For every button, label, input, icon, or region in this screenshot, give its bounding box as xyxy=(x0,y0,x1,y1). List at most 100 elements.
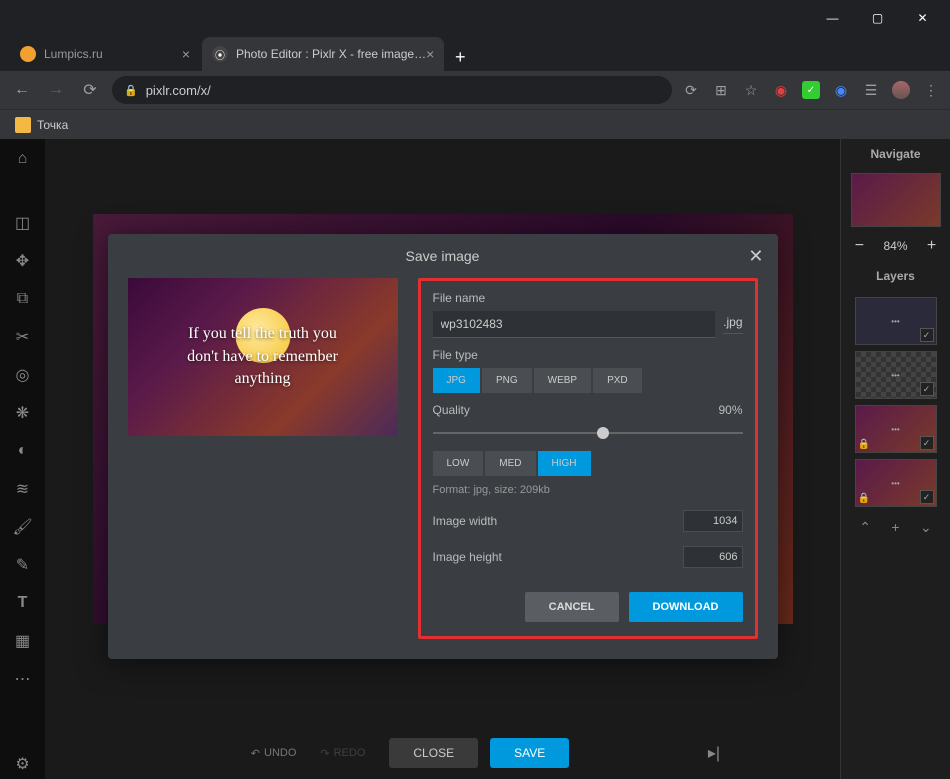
adjust-icon[interactable]: ◎ xyxy=(8,360,38,390)
effect-icon[interactable]: ≋ xyxy=(8,474,38,504)
ext-green-icon[interactable]: ✓ xyxy=(802,81,820,99)
filter-icon[interactable]: ❋ xyxy=(8,398,38,428)
layer-text[interactable]: •••✓ xyxy=(855,297,937,345)
favicon-icon: ⦿ xyxy=(212,46,228,62)
window-titlebar: — ▢ ✕ xyxy=(0,0,950,35)
layer-up-icon[interactable]: ⌃ xyxy=(859,519,871,536)
modal-overlay: Save image ✕ If you tell the truth you d… xyxy=(45,139,840,779)
new-tab-button[interactable]: + xyxy=(446,43,474,71)
width-label: Image width xyxy=(433,514,498,528)
reload-button[interactable]: ⟳ xyxy=(78,80,102,100)
modal-title: Save image xyxy=(406,248,480,264)
crop-icon[interactable]: ⧉ xyxy=(8,284,38,314)
quality-slider[interactable] xyxy=(433,423,743,443)
text-icon[interactable]: T xyxy=(8,588,38,618)
lock-icon[interactable]: 🔒 xyxy=(858,493,870,504)
home-icon[interactable]: ⌂ xyxy=(8,144,38,174)
filetype-webp[interactable]: WEBP xyxy=(534,368,591,393)
height-input[interactable] xyxy=(683,546,743,568)
forward-button[interactable]: → xyxy=(44,81,68,99)
visibility-icon[interactable]: ✓ xyxy=(920,490,934,504)
address-bar[interactable]: 🔒 pixlr.com/x/ xyxy=(112,76,672,104)
cast-icon[interactable]: ⟳ xyxy=(682,81,700,99)
filetype-jpg[interactable]: JPG xyxy=(433,368,480,393)
layer-image-1[interactable]: •••🔒✓ xyxy=(855,405,937,453)
extension-icons: ⟳ ⊞ ☆ ◉ ✓ ◉ ☰ ⋮ xyxy=(682,81,940,99)
zoom-value: 84% xyxy=(883,239,907,253)
download-button[interactable]: DOWNLOAD xyxy=(629,592,743,622)
tool-rail: ⌂ ◫ ✥ ⧉ ✂ ◎ ❋ ◐ ≋ 🖌 ✎ T ▦ ⋯ ⚙ xyxy=(0,139,45,779)
visibility-icon[interactable]: ✓ xyxy=(920,436,934,450)
close-icon[interactable]: × xyxy=(426,46,434,62)
undo-button[interactable]: ↶ UNDO xyxy=(251,747,297,760)
layer-image-2[interactable]: •••🔒✓ xyxy=(855,459,937,507)
layers-title: Layers xyxy=(841,261,950,291)
layer-ops: ⌃ + ⌄ xyxy=(841,513,950,542)
layer-shape[interactable]: •••✓ xyxy=(855,351,937,399)
close-button[interactable]: CLOSE xyxy=(389,738,478,768)
menu-icon[interactable]: ⋮ xyxy=(922,81,940,99)
element-icon[interactable]: ▦ xyxy=(8,626,38,656)
tab-title: Photo Editor : Pixlr X - free image… xyxy=(236,47,426,61)
layer-add-icon[interactable]: + xyxy=(891,519,899,536)
close-icon[interactable]: ✕ xyxy=(748,246,763,267)
move-icon[interactable]: ✥ xyxy=(8,246,38,276)
lock-icon[interactable]: 🔒 xyxy=(858,439,870,450)
star-icon[interactable]: ☆ xyxy=(742,81,760,99)
address-row: ← → ⟳ 🔒 pixlr.com/x/ ⟳ ⊞ ☆ ◉ ✓ ◉ ☰ ⋮ xyxy=(0,71,950,109)
window-close[interactable]: ✕ xyxy=(900,3,945,33)
cut-icon[interactable]: ✂ xyxy=(8,322,38,352)
quality-high[interactable]: HIGH xyxy=(538,451,591,476)
translate-icon[interactable]: ⊞ xyxy=(712,81,730,99)
bookmark-tochka[interactable]: Точка xyxy=(15,117,68,133)
modal-header: Save image ✕ xyxy=(108,234,778,278)
tab-lumpics[interactable]: Lumpics.ru × xyxy=(10,37,200,71)
folder-icon xyxy=(15,117,31,133)
reading-list-icon[interactable]: ☰ xyxy=(862,81,880,99)
save-button[interactable]: SAVE xyxy=(490,738,569,768)
url-text: pixlr.com/x/ xyxy=(146,83,211,98)
visibility-icon[interactable]: ✓ xyxy=(920,382,934,396)
quality-low[interactable]: LOW xyxy=(433,451,484,476)
profile-avatar[interactable] xyxy=(892,81,910,99)
expand-icon[interactable]: ▸| xyxy=(708,743,720,763)
save-preview: If you tell the truth you don't have to … xyxy=(128,278,398,436)
preview-text: If you tell the truth you don't have to … xyxy=(187,323,338,390)
zoom-in-button[interactable]: + xyxy=(927,237,936,255)
back-button[interactable]: ← xyxy=(10,81,34,99)
window-minimize[interactable]: — xyxy=(810,3,855,33)
settings-icon[interactable]: ⚙ xyxy=(8,749,38,779)
navigate-thumbnail[interactable] xyxy=(851,173,941,227)
redo-button[interactable]: ↷ REDO xyxy=(320,747,365,760)
format-info: Format: jpg, size: 209kb xyxy=(433,484,743,496)
slider-thumb[interactable] xyxy=(597,427,609,439)
zoom-out-button[interactable]: − xyxy=(855,237,864,255)
tab-title: Lumpics.ru xyxy=(44,47,103,61)
cancel-button[interactable]: CANCEL xyxy=(525,592,619,622)
quality-med[interactable]: MED xyxy=(485,451,535,476)
file-name-input[interactable] xyxy=(433,311,716,338)
tab-pixlr[interactable]: ⦿ Photo Editor : Pixlr X - free image… × xyxy=(202,37,444,71)
filetype-pxd[interactable]: PXD xyxy=(593,368,642,393)
ext-red-icon[interactable]: ◉ xyxy=(772,81,790,99)
width-input[interactable] xyxy=(683,510,743,532)
quality-value: 90% xyxy=(718,403,742,417)
filetype-png[interactable]: PNG xyxy=(482,368,532,393)
arrange-icon[interactable]: ◫ xyxy=(8,208,38,238)
close-icon[interactable]: × xyxy=(182,46,190,62)
slider-track xyxy=(433,432,743,434)
layer-down-icon[interactable]: ⌄ xyxy=(920,519,932,536)
visibility-icon[interactable]: ✓ xyxy=(920,328,934,342)
window-maximize[interactable]: ▢ xyxy=(855,3,900,33)
liquify-icon[interactable]: ◐ xyxy=(8,436,38,466)
right-panel: Navigate − 84% + Layers •••✓ •••✓ •••🔒✓ … xyxy=(840,139,950,779)
file-ext: .jpg xyxy=(723,315,742,334)
quality-label: Quality xyxy=(433,403,470,417)
height-label: Image height xyxy=(433,550,502,564)
more-icon[interactable]: ⋯ xyxy=(8,664,38,694)
pixlr-app: ⌂ ◫ ✥ ⧉ ✂ ◎ ❋ ◐ ≋ 🖌 ✎ T ▦ ⋯ ⚙ FEEDBACK ✕… xyxy=(0,139,950,779)
brush-icon[interactable]: 🖌 xyxy=(8,512,38,542)
navigate-title: Navigate xyxy=(841,139,950,169)
draw-icon[interactable]: ✎ xyxy=(8,550,38,580)
ext-blue-icon[interactable]: ◉ xyxy=(832,81,850,99)
